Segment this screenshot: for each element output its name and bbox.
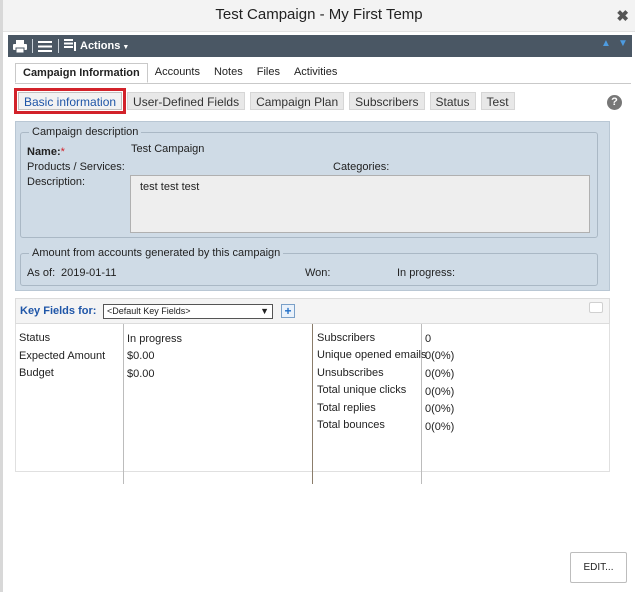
key-field-label: Total unique clicks — [317, 384, 407, 396]
key-field-label: Total bounces — [317, 419, 385, 431]
tabs-divider — [15, 83, 631, 84]
help-icon[interactable]: ? — [607, 95, 622, 110]
description-label: Description: — [27, 176, 86, 188]
tab-campaign-information[interactable]: Campaign Information — [15, 63, 148, 83]
tab-notes[interactable]: Notes — [207, 63, 250, 83]
key-field-label: Unique opened emails — [317, 349, 427, 361]
key-field-value: 0(0%) — [425, 350, 455, 362]
actions-icon — [64, 38, 77, 54]
toolbar-separator — [32, 39, 33, 53]
key-field-value: 0(0%) — [425, 368, 455, 380]
subtab-subscribers[interactable]: Subscribers — [349, 92, 425, 110]
key-field-label: Expected Amount — [19, 350, 106, 362]
campaign-description-legend: Campaign description — [29, 126, 142, 138]
chevron-down-icon: ▼ — [260, 306, 269, 316]
main-tabs: Campaign Information Accounts Notes File… — [15, 63, 344, 83]
column-divider — [421, 324, 422, 484]
key-field-value: In progress — [127, 333, 183, 345]
amount-fieldset: Amount from accounts generated by this c… — [20, 247, 598, 286]
subtab-basic-information[interactable]: Basic information — [13, 88, 127, 114]
actions-menu[interactable]: Actions ▼ — [64, 38, 129, 54]
column-divider — [312, 324, 313, 484]
chevron-down-icon: ▼ — [122, 44, 130, 51]
arrow-down-icon[interactable]: ▼ — [618, 38, 628, 49]
categories-label: Categories: — [333, 161, 390, 173]
subtab-test[interactable]: Test — [480, 92, 515, 110]
key-field-label: Unsubscribes — [317, 367, 384, 379]
subtab-status[interactable]: Status — [429, 92, 476, 110]
key-fields-select[interactable]: <Default Key Fields> ▼ — [103, 304, 273, 319]
key-field-value: 0 — [425, 333, 432, 345]
arrow-up-icon[interactable]: ▲ — [601, 38, 611, 49]
name-label: Name:* — [27, 146, 65, 158]
key-field-value: $0.00 — [127, 350, 155, 362]
key-fields-grid: Status In progress Expected Amount $0.00… — [15, 324, 610, 484]
tab-activities[interactable]: Activities — [287, 63, 344, 83]
as-of-label: As of: — [27, 267, 56, 279]
tab-accounts[interactable]: Accounts — [148, 63, 207, 83]
name-value[interactable]: Test Campaign — [131, 143, 204, 155]
collapse-icon[interactable] — [589, 302, 603, 313]
amount-legend: Amount from accounts generated by this c… — [29, 247, 284, 259]
key-field-value: 0(0%) — [425, 421, 455, 433]
key-field-value: 0(0%) — [425, 386, 455, 398]
subtab-user-defined-fields[interactable]: User-Defined Fields — [127, 92, 246, 110]
edit-button[interactable]: EDIT... — [570, 552, 627, 583]
left-edge — [0, 0, 3, 592]
tab-files[interactable]: Files — [250, 63, 287, 83]
column-divider — [123, 324, 124, 484]
window-titlebar: Test Campaign - My First Temp ✖ — [3, 0, 635, 32]
close-icon[interactable]: ✖ — [616, 7, 629, 25]
key-fields-label: Key Fields for: — [20, 305, 97, 317]
key-field-value: 0(0%) — [425, 403, 455, 415]
key-field-label: Total replies — [317, 402, 376, 414]
products-services-label: Products / Services: — [27, 161, 125, 173]
key-field-label: Budget — [19, 367, 54, 379]
key-fields-header: Key Fields for: <Default Key Fields> ▼ + — [15, 298, 610, 324]
list-icon[interactable] — [38, 38, 52, 54]
print-icon[interactable] — [13, 38, 27, 54]
key-field-value: $0.00 — [127, 368, 155, 380]
basic-information-panel: Campaign description Name:* Test Campaig… — [15, 121, 610, 291]
as-of-value: 2019-01-11 — [61, 267, 117, 279]
description-field[interactable]: test test test — [130, 175, 590, 233]
actions-label: Actions — [80, 40, 121, 52]
window-title: Test Campaign - My First Temp — [215, 6, 423, 23]
key-fields-select-value: <Default Key Fields> — [107, 306, 191, 316]
required-marker: * — [60, 146, 65, 158]
won-label: Won: — [305, 267, 331, 279]
key-field-label: Subscribers — [317, 332, 376, 344]
toolbar: Actions ▼ ▲ ▼ — [8, 35, 632, 57]
key-field-label: Status — [19, 332, 51, 344]
sub-tabs: Basic information User-Defined Fields Ca… — [13, 88, 515, 114]
subtab-campaign-plan[interactable]: Campaign Plan — [250, 92, 345, 110]
in-progress-label: In progress: — [397, 267, 456, 279]
toolbar-separator — [58, 39, 59, 53]
add-key-field-button[interactable]: + — [281, 304, 295, 318]
